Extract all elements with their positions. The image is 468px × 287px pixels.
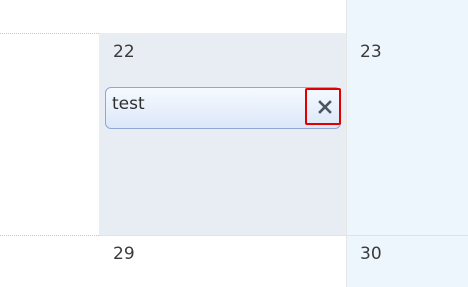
grid-line — [0, 33, 99, 34]
day-cell-23-header[interactable] — [346, 0, 468, 33]
event-item[interactable]: test — [105, 87, 341, 129]
calendar-month-view: 22 23 29 30 test — [0, 0, 468, 287]
day-cell-22-header[interactable] — [99, 0, 346, 33]
day-cell-28[interactable] — [0, 236, 99, 287]
delete-event-button[interactable] — [305, 88, 341, 125]
day-cell-23[interactable] — [346, 33, 468, 235]
day-number-22: 22 — [113, 42, 135, 62]
grid-line — [0, 235, 99, 236]
day-cell-previous[interactable] — [0, 0, 99, 235]
column-divider — [346, 0, 347, 287]
event-title: test — [112, 94, 145, 114]
week-divider — [99, 235, 468, 236]
day-cell-29[interactable] — [99, 236, 346, 287]
close-x-icon — [318, 100, 332, 114]
day-number-30: 30 — [360, 244, 382, 264]
day-number-23: 23 — [360, 42, 382, 62]
day-number-29: 29 — [113, 244, 135, 264]
day-cell-22[interactable] — [99, 33, 346, 235]
